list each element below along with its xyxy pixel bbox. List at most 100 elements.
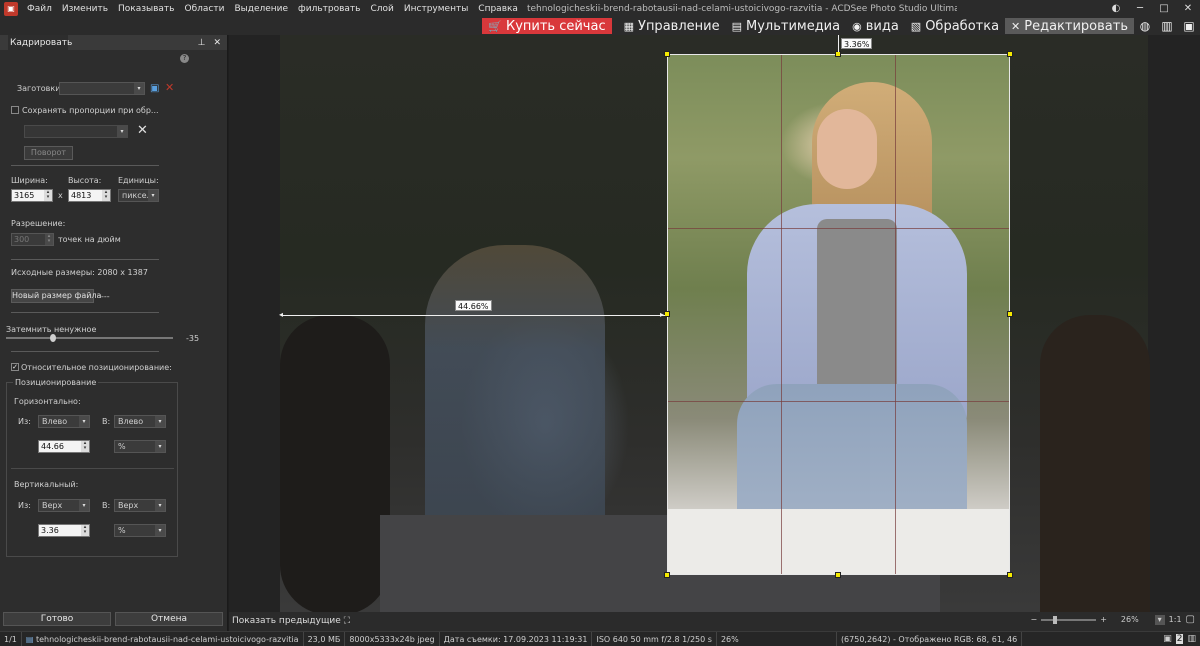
minimize-icon[interactable]: ─ bbox=[1128, 3, 1152, 14]
units-dropdown[interactable]: пиксел ▾ bbox=[118, 189, 159, 202]
settings-icon[interactable]: ▣ bbox=[1178, 19, 1200, 33]
cancel-button[interactable]: Отмена bbox=[115, 612, 223, 626]
divider bbox=[11, 165, 159, 166]
window-title: tehnologicheskii-brend-rabotausii-nad-ce… bbox=[526, 3, 957, 14]
mode-edit[interactable]: ✕ Редактировать bbox=[1005, 18, 1134, 34]
resolution-label: Разрешение: bbox=[11, 219, 66, 228]
zoom-slider[interactable] bbox=[1041, 615, 1097, 624]
darken-slider-knob[interactable] bbox=[49, 334, 56, 342]
crop-handle-b[interactable] bbox=[835, 572, 841, 578]
vertical-label: Вертикальный: bbox=[14, 480, 79, 489]
zoom-in-icon[interactable]: + bbox=[1100, 615, 1107, 624]
crop-handle-bl[interactable] bbox=[664, 572, 670, 578]
v-unit-dropdown[interactable]: % ▾ bbox=[114, 524, 166, 537]
h-to-dropdown[interactable]: Влево ▾ bbox=[114, 415, 166, 428]
zoom-out-icon[interactable]: − bbox=[1030, 615, 1037, 624]
clear-ratio-icon[interactable]: ✕ bbox=[137, 123, 148, 138]
crop-handle-br[interactable] bbox=[1007, 572, 1013, 578]
buy-now-button[interactable]: 🛒 Купить сейчас bbox=[482, 18, 612, 34]
status-info-icon[interactable]: ▥ bbox=[1187, 634, 1196, 644]
relative-position-checkbox[interactable]: ✓ bbox=[11, 363, 19, 371]
menu-regions[interactable]: Области bbox=[179, 4, 229, 14]
menu-layer[interactable]: Слой bbox=[365, 4, 398, 14]
crop-border bbox=[667, 54, 1010, 575]
relative-position-label: Относительное позиционирование: bbox=[21, 363, 172, 372]
crop-handle-r[interactable] bbox=[1007, 311, 1013, 317]
crop-handle-tl[interactable] bbox=[664, 51, 670, 57]
horizontal-label: Горизонтально: bbox=[14, 397, 81, 406]
rotate-button[interactable]: Поворот bbox=[24, 146, 73, 160]
height-input[interactable]: 4813 ▴ ▾ bbox=[68, 189, 111, 202]
mode-manage[interactable]: ▦ Управление bbox=[618, 18, 726, 34]
zoom-dropdown-icon[interactable]: ▾ bbox=[1154, 614, 1165, 625]
panel-close-icon[interactable]: ✕ bbox=[213, 38, 221, 48]
status-2-icon[interactable]: 2 bbox=[1175, 634, 1184, 644]
ratio-dropdown[interactable]: ▾ bbox=[24, 125, 128, 138]
left-offset-label: 44.66% bbox=[455, 300, 492, 311]
times-sign: x bbox=[58, 191, 63, 200]
help-icon[interactable]: ? bbox=[180, 54, 189, 63]
menu-edit[interactable]: Изменить bbox=[57, 4, 113, 14]
fit-screen-icon[interactable]: ▢ bbox=[1186, 614, 1195, 625]
arrow-right-icon: ▸ bbox=[660, 310, 665, 319]
crop-handle-tr[interactable] bbox=[1007, 51, 1013, 57]
panel-title: Кадрировать bbox=[8, 35, 72, 50]
mode-media[interactable]: ▤ Мультимедиа bbox=[726, 18, 847, 34]
film-icon: ▤ bbox=[731, 19, 742, 33]
v-to-dropdown[interactable]: Верх ▾ bbox=[114, 499, 166, 512]
units-label: Единицы: bbox=[118, 176, 159, 185]
status-bar: 1/1 ▤ tehnologicheskii-brend-rabotausii-… bbox=[0, 631, 1200, 646]
globe-icon[interactable]: ◍ bbox=[1134, 19, 1156, 33]
pin-icon[interactable]: ⊥ bbox=[198, 38, 206, 48]
status-dimensions: 8000x5333x24b jpeg bbox=[345, 631, 440, 646]
h-in-label: В: bbox=[102, 417, 111, 426]
status-index: 1/1 bbox=[0, 631, 22, 646]
resolution-unit: точек на дюйм bbox=[58, 235, 121, 244]
h-from-dropdown[interactable]: Влево ▾ bbox=[38, 415, 90, 428]
v-from-dropdown[interactable]: Верх ▾ bbox=[38, 499, 90, 512]
mode-develop[interactable]: ▧ Обработка bbox=[905, 18, 1005, 34]
width-input[interactable]: 3165 ▴ ▾ bbox=[11, 189, 53, 202]
darken-label: Затемнить ненужное bbox=[6, 325, 97, 334]
keep-ratio-checkbox[interactable] bbox=[11, 106, 19, 114]
account-icon[interactable]: ◐ bbox=[1104, 3, 1128, 14]
menu-help[interactable]: Справка bbox=[473, 4, 523, 14]
crop-panel: Кадрировать ⊥ ✕ ? Заготовки ▾ ▣ ✕ Сохран… bbox=[0, 35, 228, 631]
save-preset-icon[interactable]: ▣ bbox=[150, 83, 159, 94]
menu-filter[interactable]: фильтровать bbox=[293, 4, 365, 14]
maximize-icon[interactable]: □ bbox=[1152, 3, 1176, 14]
canvas-toolbar: Показать предыдущие ⛶ − + 26% ▾ 1:1 ▢ bbox=[229, 612, 1200, 631]
status-pixel-info: (6750,2642) - Отображено RGB: 68, 61, 46 bbox=[837, 631, 1023, 646]
crop-handle-l[interactable] bbox=[664, 311, 670, 317]
new-size-button[interactable]: Новый размер файла bbox=[11, 289, 101, 303]
delete-preset-icon[interactable]: ✕ bbox=[165, 81, 174, 94]
new-size-value: --- bbox=[101, 292, 110, 301]
mode-bar: 🛒 Купить сейчас ▦ Управление ▤ Мультимедиа … bbox=[0, 17, 1200, 35]
status-date: Дата съемки: 17.09.2023 11:19:31 bbox=[440, 631, 593, 646]
zoom-value: 26% bbox=[1120, 615, 1139, 624]
mode-view[interactable]: ◉ вида bbox=[846, 18, 905, 34]
h-unit-dropdown[interactable]: % ▾ bbox=[114, 440, 166, 453]
menu-view[interactable]: Показывать bbox=[113, 4, 179, 14]
menu-tools[interactable]: Инструменты bbox=[399, 4, 473, 14]
status-exif: ISO 640 50 mm f/2.8 1/250 s bbox=[592, 631, 717, 646]
show-previous-button[interactable]: Показать предыдущие ⛶ bbox=[232, 616, 350, 626]
cart-icon: 🛒 bbox=[488, 19, 502, 33]
resolution-input[interactable]: 300 ▴ ▾ bbox=[11, 233, 54, 246]
status-filename: ▤ tehnologicheskii-brend-rabotausii-nad-… bbox=[22, 631, 304, 646]
dashboard-icon[interactable]: ▥ bbox=[1156, 19, 1178, 33]
menu-selection[interactable]: Выделение bbox=[229, 4, 293, 14]
darken-slider[interactable] bbox=[6, 334, 173, 342]
zoom-ratio[interactable]: 1:1 bbox=[1169, 615, 1182, 624]
v-offset-input[interactable]: 3.36 ▴ ▾ bbox=[38, 524, 90, 537]
status-zoom: 26% bbox=[717, 631, 837, 646]
h-offset-input[interactable]: 44.66 ▴ ▾ bbox=[38, 440, 90, 453]
menu-file[interactable]: Файл bbox=[22, 4, 57, 14]
image-canvas[interactable]: ◂ ▸ 44.66% 3.36% bbox=[229, 35, 1200, 612]
presets-dropdown[interactable]: ▾ bbox=[59, 82, 145, 95]
close-icon[interactable]: ✕ bbox=[1176, 3, 1200, 14]
status-panel-icon[interactable]: ▣ bbox=[1163, 634, 1172, 644]
zoom-controls: − + 26% ▾ 1:1 ▢ bbox=[1030, 614, 1195, 625]
v-in-label: В: bbox=[102, 501, 111, 510]
done-button[interactable]: Готово bbox=[3, 612, 111, 626]
